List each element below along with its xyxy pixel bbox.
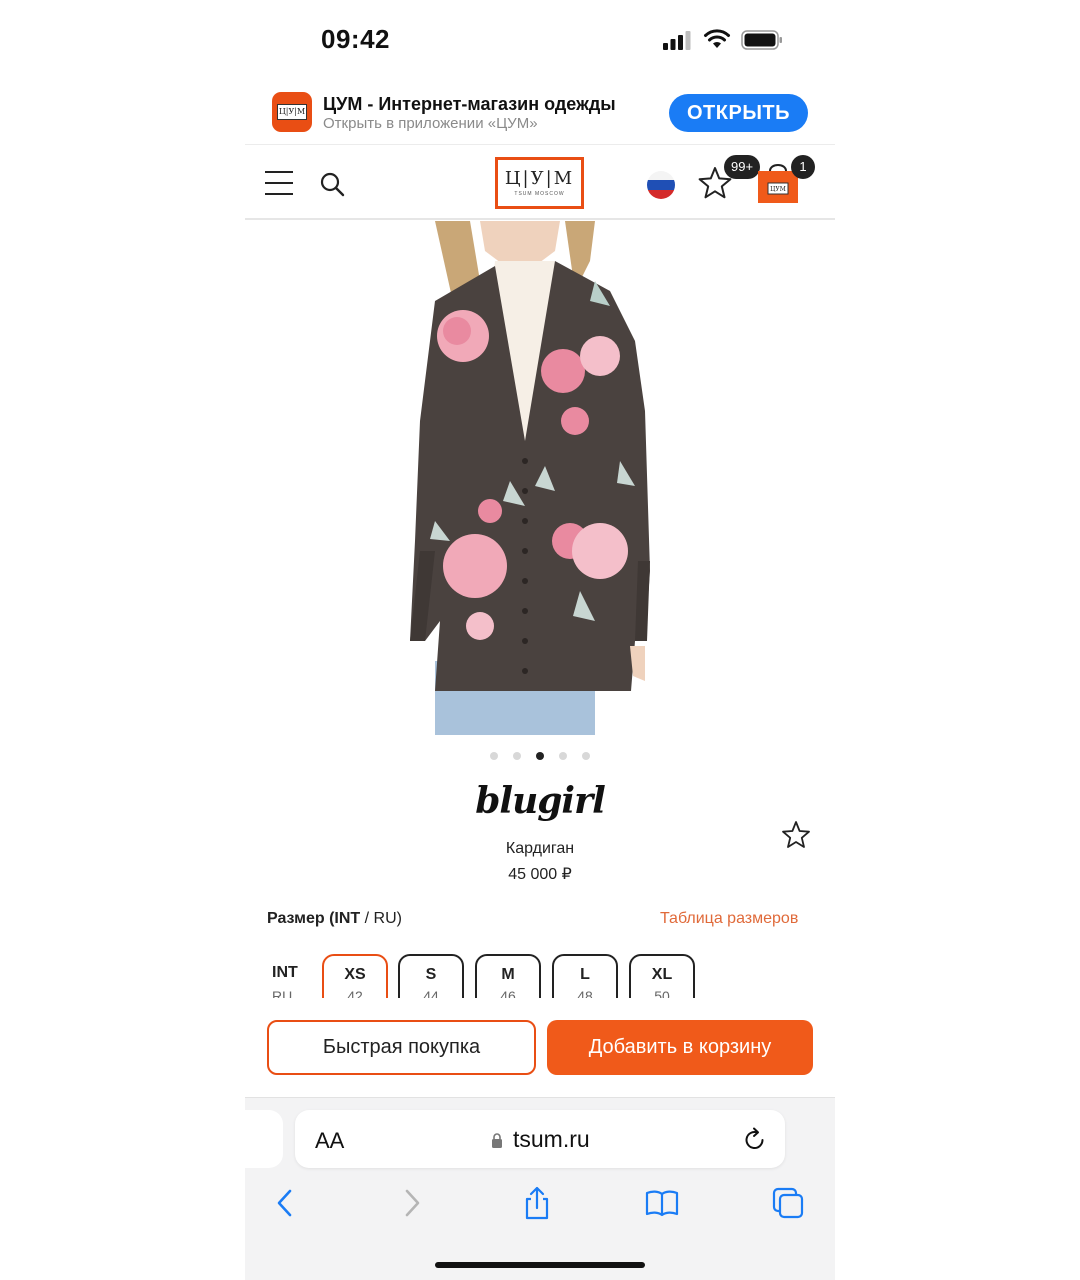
status-bar: 09:42	[245, 0, 835, 80]
gallery-pagination[interactable]	[490, 752, 590, 760]
size-option-xs[interactable]: XS 42	[322, 954, 388, 998]
status-time: 09:42	[321, 24, 390, 54]
cellular-signal-icon	[663, 31, 691, 50]
gallery-dot[interactable]	[559, 752, 567, 760]
search-icon[interactable]	[319, 171, 345, 197]
gallery-dot[interactable]	[490, 752, 498, 760]
size-chart-link[interactable]: Таблица размеров	[660, 910, 798, 928]
size-int: L	[580, 966, 590, 983]
product-name: Кардиган	[505, 840, 575, 857]
home-indicator[interactable]	[435, 1262, 645, 1268]
logo-text: Ц|У|М	[504, 168, 575, 189]
brand-name[interactable]: blugirl	[245, 780, 835, 822]
size-ru: 42	[347, 988, 363, 998]
app-icon-logo: Ц|У|М	[277, 104, 307, 120]
back-icon[interactable]	[268, 1186, 302, 1220]
product-price: 45 000 ₽	[508, 866, 572, 883]
size-int: S	[425, 966, 437, 983]
gallery-dot[interactable]	[513, 752, 521, 760]
product-image[interactable]	[395, 221, 685, 735]
banner-title: ЦУМ - Интернет-магазин одежды	[323, 94, 616, 114]
size-int: M	[501, 966, 515, 983]
svg-text:ЦУМ: ЦУМ	[770, 186, 786, 193]
size-ru: 46	[500, 988, 516, 998]
size-ru: 50	[654, 988, 670, 998]
bookmarks-icon[interactable]	[645, 1186, 679, 1220]
size-label-int: Размер (INT	[267, 910, 361, 927]
share-icon[interactable]	[520, 1186, 554, 1220]
lock-icon	[492, 1133, 502, 1148]
forward-icon[interactable]	[395, 1186, 429, 1220]
size-ru: 48	[577, 988, 593, 998]
reload-icon[interactable]	[743, 1126, 767, 1152]
quick-buy-button[interactable]: Быстрая покупка	[267, 1020, 536, 1075]
previous-tab-preview[interactable]	[245, 1110, 283, 1168]
gallery-dot[interactable]	[582, 752, 590, 760]
size-label-ru[interactable]: / RU)	[360, 910, 402, 927]
size-int: XS	[344, 966, 366, 983]
phone-screen: 09:42 Ц|У|М ЦУМ - Интернет-магазин одежд…	[245, 0, 835, 1280]
gallery-dot[interactable]	[536, 752, 544, 760]
browser-toolbar: AA tsum.ru	[245, 1097, 835, 1280]
tsum-logo[interactable]: Ц|У|М TSUM MOSCOW	[495, 157, 584, 209]
banner-subtitle: Открыть в приложении «ЦУМ»	[323, 115, 538, 132]
site-header: Ц|У|М TSUM MOSCOW 99+ ЦУМ 1	[245, 144, 835, 220]
tsum-app-icon: Ц|У|М	[272, 92, 312, 132]
cart-count-badge: 1	[791, 155, 815, 179]
size-option-l[interactable]: L 48	[552, 954, 618, 998]
wifi-icon	[704, 29, 730, 48]
size-system-label: Размер (INT / RU)	[267, 910, 402, 928]
reader-settings-button[interactable]: AA	[315, 1128, 344, 1154]
russia-flag-icon[interactable]	[647, 171, 675, 199]
tabs-icon[interactable]	[771, 1186, 805, 1220]
logo-subtext: TSUM MOSCOW	[514, 191, 565, 197]
size-row-ru-label: RU	[272, 988, 293, 998]
size-option-s[interactable]: S 44	[398, 954, 464, 998]
size-int: XL	[651, 966, 673, 983]
battery-icon	[741, 30, 782, 50]
menu-icon[interactable]	[265, 171, 293, 195]
add-to-cart-button[interactable]: Добавить в корзину	[547, 1020, 813, 1075]
size-option-m[interactable]: M 46	[475, 954, 541, 998]
url-text[interactable]: tsum.ru	[513, 1126, 590, 1153]
address-bar[interactable]: AA tsum.ru	[295, 1110, 785, 1168]
open-app-button[interactable]: ОТКРЫТЬ	[669, 94, 808, 132]
size-row-int-label: INT	[272, 964, 298, 981]
smart-app-banner: Ц|У|М ЦУМ - Интернет-магазин одежды Откр…	[245, 82, 835, 144]
size-selector: INT RU XS 42 S 44 M 46 L 48 XL 50	[245, 952, 835, 998]
size-ru: 44	[423, 988, 439, 998]
size-option-xl[interactable]: XL 50	[629, 954, 695, 998]
